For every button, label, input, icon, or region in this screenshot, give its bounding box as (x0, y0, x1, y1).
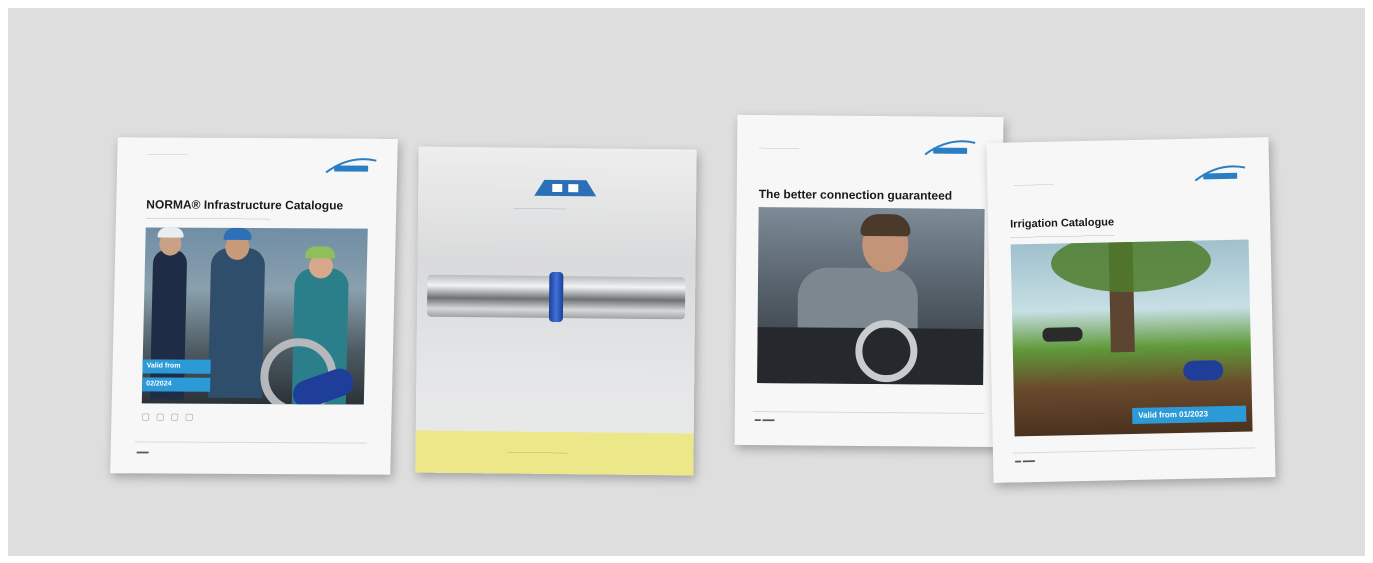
connection-brochure-cover: —————————— The better connection guarant… (734, 114, 1004, 448)
blue-connector-icon (548, 271, 564, 323)
valid-from-badge: Valid from (142, 359, 211, 374)
cover-title: The better connection guaranteed (758, 187, 953, 203)
yellow-band: ——————————————— (415, 430, 694, 476)
infrastructure-catalogue-cover: —————————— NORMA® Infrastructure Catalog… (110, 137, 398, 475)
footer-logo-icon: ▬ ▬▬ (754, 417, 775, 424)
brand-logo-icon (534, 179, 597, 197)
valid-date-badge: 02/2024 (142, 377, 211, 392)
brand-tagline: ————————————— (514, 205, 567, 212)
category-icons: ▢▢▢▢ (141, 411, 200, 422)
footer-logo-icon: ▬▬ (136, 449, 149, 456)
cover-header-text: —————————— (759, 145, 800, 151)
norma-logo-icon (325, 158, 377, 174)
norma-logo-icon (924, 140, 976, 156)
catalogue-display-background: —————————— NORMA® Infrastructure Catalog… (8, 8, 1365, 556)
cover-header-text: —————————— (147, 151, 188, 157)
cover-title: Irrigation Catalogue (1010, 216, 1115, 231)
mechanic-photo (757, 207, 985, 385)
footer-logo-icon: ▬ ▬▬ (1015, 458, 1035, 465)
cover-subtitle: ——————————————————————————————— (145, 215, 271, 222)
cover-header-text: —————————— (1013, 181, 1054, 188)
valid-from-badge: Valid from 01/2023 (1132, 405, 1247, 424)
pipe-connector-cover: ————————————— ——————————————— (415, 146, 697, 476)
cover-title: NORMA® Infrastructure Catalogue (146, 197, 344, 213)
norma-logo-icon (1194, 165, 1246, 182)
irrigation-catalogue-cover: —————————— Irrigation Catalogue ————————… (986, 137, 1276, 483)
cover-subtitle: —————————————————————————— (1010, 232, 1115, 240)
